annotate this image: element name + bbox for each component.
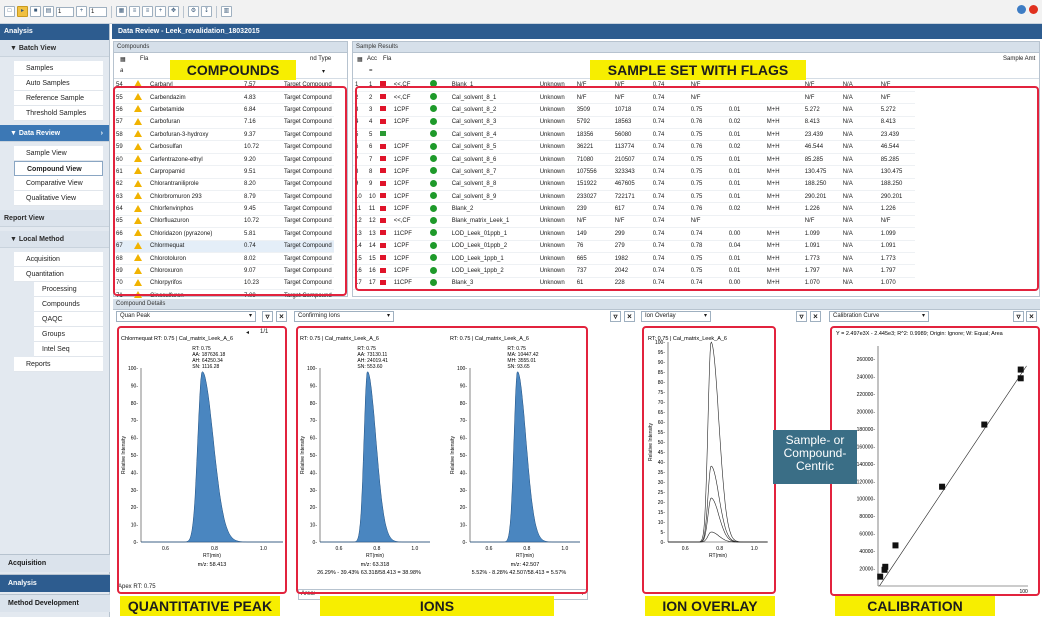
- grid-icon[interactable]: ▦: [116, 6, 127, 17]
- nav-item-comparative-view[interactable]: Comparative View: [14, 176, 103, 191]
- nav-header: Analysis: [0, 24, 109, 40]
- nav-item-compound-view[interactable]: Compound View: [14, 161, 103, 176]
- nav-item-groups[interactable]: Groups: [34, 327, 103, 342]
- filter-cell[interactable]: a: [120, 68, 123, 74]
- align-right-icon[interactable]: ≡: [142, 6, 153, 17]
- col-acquisition[interactable]: Acc: [367, 56, 377, 62]
- confirming-ions-dropdown[interactable]: Confirming Ions ▾: [294, 311, 394, 322]
- close-icon[interactable]: ×: [1026, 311, 1037, 322]
- chevron-right-icon: ›: [100, 130, 103, 137]
- nav-item-qaqc[interactable]: QAQC: [34, 312, 103, 327]
- nav-item-acquisition[interactable]: Acquisition: [14, 252, 103, 267]
- dropdown-value: Confirming Ions: [298, 313, 341, 319]
- nav-item-quantitation[interactable]: Quantitation: [14, 267, 103, 282]
- nav-section-local-method[interactable]: ▼ Local Method: [0, 231, 109, 248]
- col-flag[interactable]: Fla: [140, 56, 148, 62]
- new-file-icon[interactable]: □: [4, 6, 15, 17]
- alert-icon[interactable]: [1029, 5, 1038, 14]
- nav-section-label: Batch View: [18, 45, 57, 52]
- quant-annotation: QUANTITATIVE PEAK: [120, 596, 280, 616]
- col-type[interactable]: nd Type: [310, 56, 331, 62]
- samples-annotation: SAMPLE SET WITH FLAGS: [590, 60, 806, 80]
- compounds-panel-title: Compounds: [114, 42, 347, 53]
- nav-item-intel-seq[interactable]: Intel Seq: [34, 342, 103, 357]
- nav-section-batch-view[interactable]: ▼ Batch View: [0, 40, 109, 57]
- left-navigation: Analysis ▼ Batch View Samples Auto Sampl…: [0, 24, 110, 617]
- quan-peak-highlight-box: [117, 326, 287, 594]
- nav-item-auto-samples[interactable]: Auto Samples: [14, 76, 103, 91]
- filter-icon[interactable]: ▿: [796, 311, 807, 322]
- compound-details-title: Compound Details: [113, 299, 1040, 310]
- ions-highlight-box: [296, 326, 588, 594]
- expand-icon[interactable]: +: [155, 6, 166, 17]
- dropdown-value: Ion Overlay: [645, 313, 676, 319]
- centric-callout: Sample- or Compound- Centric: [773, 430, 857, 484]
- chevron-down-icon: ▾: [248, 313, 252, 319]
- filter-dropdown-icon[interactable]: ▾: [322, 68, 325, 75]
- status-icons: [1017, 5, 1038, 14]
- compounds-highlight-box: [113, 86, 347, 296]
- filter-cell[interactable]: =: [369, 68, 373, 74]
- ion-overlay-dropdown[interactable]: Ion Overlay ▾: [641, 311, 711, 322]
- nav-bottom-acquisition[interactable]: Acquisition: [0, 554, 110, 572]
- nav-section-label: Data Review: [18, 130, 61, 137]
- nav-item-threshold-samples[interactable]: Threshold Samples: [14, 106, 103, 121]
- compounds-annotation: COMPOUNDS: [170, 60, 296, 80]
- overlay-highlight-box: [642, 326, 776, 594]
- toolbar-separator: [183, 5, 184, 18]
- nav-item-sample-view[interactable]: Sample View: [14, 146, 103, 161]
- calibration-curve-dropdown[interactable]: Calibration Curve ▾: [829, 311, 929, 322]
- zoom-in-icon[interactable]: +: [76, 6, 87, 17]
- chevron-down-icon: ▾: [703, 313, 707, 319]
- overlay-annotation: ION OVERLAY: [645, 596, 775, 616]
- move-icon[interactable]: ✥: [168, 6, 179, 17]
- filter-icon[interactable]: ▿: [1013, 311, 1024, 322]
- pin-icon[interactable]: ↧: [201, 6, 212, 17]
- samples-highlight-box: [355, 86, 1039, 291]
- toolbar-field-1[interactable]: 1: [56, 6, 74, 17]
- open-folder-icon[interactable]: ▸: [17, 6, 28, 17]
- calibration-highlight-box: [830, 326, 1040, 596]
- filter-icon[interactable]: ▿: [610, 311, 621, 322]
- nav-item-reference-sample[interactable]: Reference Sample: [14, 91, 103, 106]
- nav-bottom-method-development[interactable]: Method Development: [0, 594, 110, 612]
- page-title: Data Review - Leek_revalidation_18032015: [112, 24, 1042, 39]
- close-icon[interactable]: ×: [810, 311, 821, 322]
- nav-item-qualitative-view[interactable]: Qualitative View: [14, 191, 103, 206]
- nav-item-processing[interactable]: Processing: [34, 282, 103, 297]
- nav-item-reports[interactable]: Reports: [14, 357, 103, 372]
- chevron-down-icon: ▾: [386, 313, 390, 319]
- col-flag[interactable]: Fla: [383, 56, 391, 62]
- help-icon[interactable]: [1017, 5, 1026, 14]
- nav-section-data-review[interactable]: ▼ Data Review ›: [0, 125, 109, 142]
- table-icon[interactable]: ▥: [221, 6, 232, 17]
- main-toolbar: □ ▸ ■ ▤ 1 + 1 ▦ ≡ ≡ + ✥ ⚙ ↧ ▥: [0, 0, 1042, 24]
- dropdown-value: Quan Peak: [120, 313, 151, 319]
- calibration-annotation: CALIBRATION: [835, 596, 995, 616]
- toolbar-field-2[interactable]: 1: [89, 6, 107, 17]
- nav-section-label: Local Method: [18, 236, 64, 243]
- quan-peak-dropdown[interactable]: Quan Peak ▾: [116, 311, 256, 322]
- grid-settings-icon[interactable]: ▦: [357, 56, 363, 63]
- nav-section-report-view[interactable]: Report View: [0, 210, 109, 227]
- nav-item-compounds[interactable]: Compounds: [34, 297, 103, 312]
- toolbar-separator: [216, 5, 217, 18]
- ions-annotation: IONS: [320, 596, 554, 616]
- nav-item-samples[interactable]: Samples: [14, 61, 103, 76]
- align-left-icon[interactable]: ≡: [129, 6, 140, 17]
- dropdown-value: Calibration Curve: [833, 313, 880, 319]
- sample-results-title: Sample Results: [353, 42, 1039, 53]
- nav-bottom-analysis[interactable]: Analysis: [0, 574, 110, 592]
- filter-icon[interactable]: ▿: [262, 311, 273, 322]
- save-icon[interactable]: ■: [30, 6, 41, 17]
- toolbar-separator: [111, 5, 112, 18]
- print-icon[interactable]: ▤: [43, 6, 54, 17]
- close-icon[interactable]: ×: [276, 311, 287, 322]
- settings-icon[interactable]: ⚙: [188, 6, 199, 17]
- col-sample-amount[interactable]: Sample Amt: [1003, 56, 1035, 62]
- chevron-down-icon: ▾: [921, 313, 925, 319]
- grid-settings-icon[interactable]: ▦: [120, 56, 126, 63]
- close-icon[interactable]: ×: [624, 311, 635, 322]
